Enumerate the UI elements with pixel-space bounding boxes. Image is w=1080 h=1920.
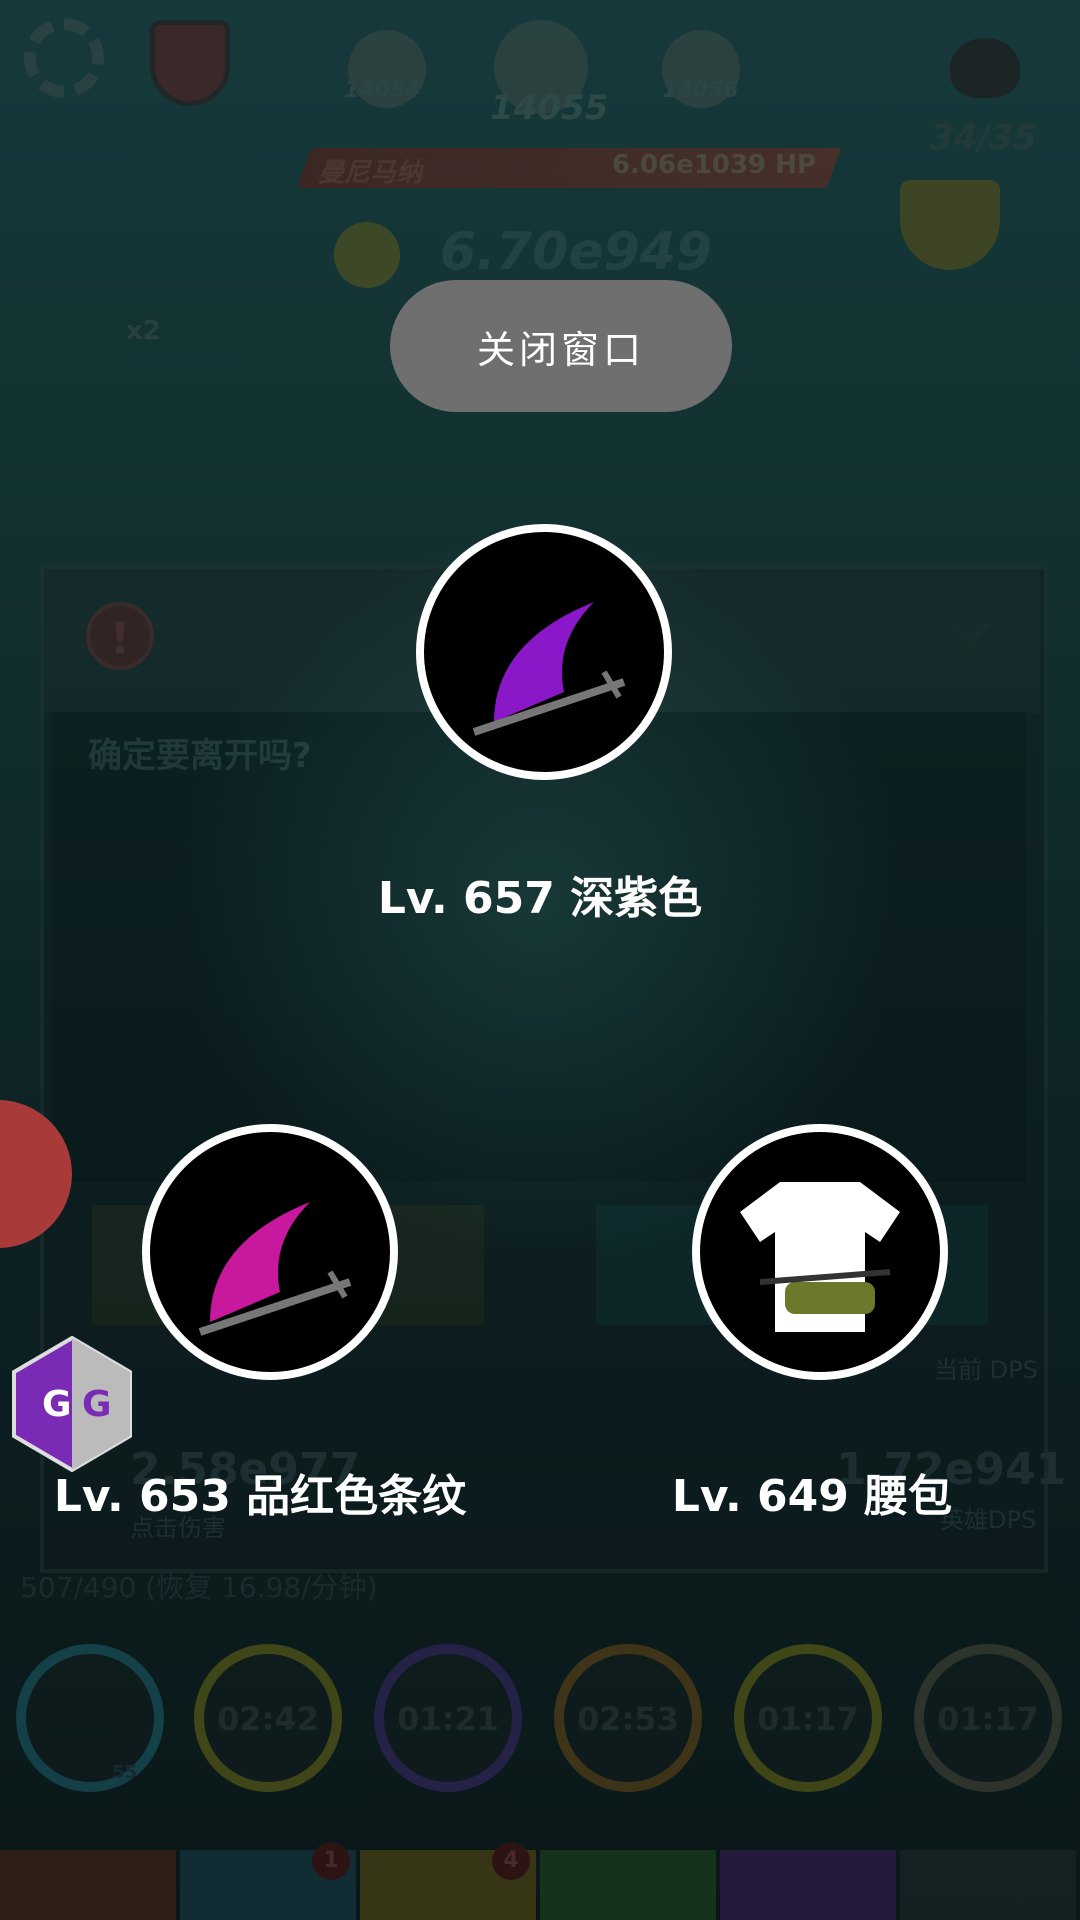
skill-cooldown-6: 01:17	[937, 1700, 1039, 1738]
relic-progress: 34/35	[930, 118, 1038, 158]
bottom-tab-5[interactable]	[720, 1850, 896, 1920]
skill-level-1: 55	[112, 1762, 138, 1783]
clan-shield-icon	[150, 20, 230, 106]
energy-status: 507/490 (恢复 16.98/分钟)	[20, 1571, 378, 1604]
bottom-tab-1[interactable]	[0, 1850, 176, 1920]
gg-letter-right: G	[82, 1384, 112, 1425]
close-window-button[interactable]: 关闭窗口	[390, 280, 732, 412]
dialog-question: 确定要离开吗?	[88, 736, 312, 776]
trophy-icon	[900, 180, 1000, 270]
stage-prev-number: 14054	[344, 78, 421, 103]
skill-button-1[interactable]	[16, 1644, 164, 1792]
skill-cooldown-4: 02:53	[577, 1700, 679, 1738]
game-guardian-icon[interactable]: G G	[12, 1336, 132, 1472]
purple-scythe-icon	[472, 602, 626, 736]
demon-relic-icon	[950, 38, 1020, 98]
gg-letter-left: G	[42, 1384, 72, 1425]
multiplier-label: x2	[126, 316, 161, 346]
bottom-tab-4[interactable]	[540, 1850, 716, 1920]
skill-cooldown-5: 01:17	[757, 1700, 859, 1738]
skill-cooldown-3: 01:21	[397, 1700, 499, 1738]
item-label-3: Lv. 649 腰包	[671, 1471, 953, 1522]
tab-badge-3: 4	[492, 1842, 530, 1880]
stage-current-number: 14055	[490, 88, 609, 128]
item-reward-3[interactable]	[692, 1124, 948, 1380]
item-reward-1[interactable]	[416, 524, 672, 780]
current-dps-label: 当前 DPS	[934, 1356, 1038, 1384]
gold-coin-icon	[334, 222, 400, 288]
settings-gear-icon	[24, 18, 104, 98]
gold-amount: 6.70e949	[440, 222, 713, 282]
bottom-tab-6[interactable]	[900, 1850, 1076, 1920]
magenta-scythe-icon	[198, 1202, 352, 1336]
skill-cooldown-2: 02:42	[217, 1700, 319, 1738]
boss-hp-text: 6.06e1039 HP	[612, 150, 817, 180]
boss-name: 曼尼马纳	[318, 158, 423, 188]
item-reward-2[interactable]	[142, 1124, 398, 1380]
item-label-1: Lv. 657 深紫色	[377, 873, 703, 924]
dialog-close-icon: ✕	[940, 600, 1001, 684]
tshirt-waist-bag-icon	[740, 1182, 900, 1332]
alert-icon: !	[86, 602, 154, 670]
tab-badge-2: 1	[312, 1842, 350, 1880]
stage-next-number: 14056	[662, 78, 739, 103]
leave-dialog-body	[52, 712, 1026, 1182]
